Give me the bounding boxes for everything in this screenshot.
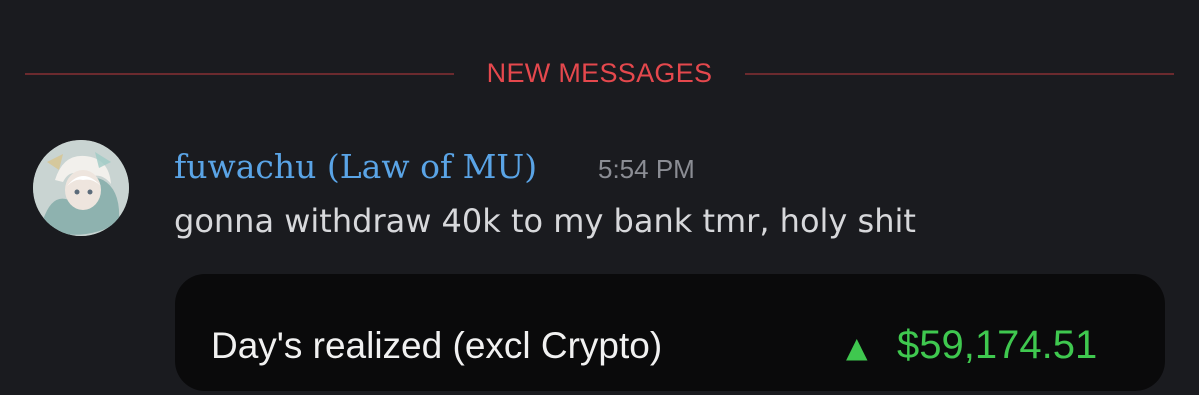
realized-pnl-card: Day's realized (excl Crypto) ▲ $59,174.5… [175, 274, 1165, 391]
realized-label: Day's realized (excl Crypto) [211, 325, 663, 366]
up-triangle-icon: ▲ [846, 331, 868, 364]
realized-value: $59,174.51 [897, 323, 1098, 367]
divider-line-right [745, 73, 1174, 75]
anime-character-avatar-icon [33, 140, 129, 236]
user-avatar[interactable] [33, 140, 129, 236]
message-username[interactable]: fuwachu (Law of MU) [174, 145, 537, 189]
message-text: gonna withdraw 40k to my bank tmr, holy … [174, 202, 916, 240]
divider-line-left [25, 73, 454, 75]
message-timestamp: 5:54 PM [598, 154, 695, 184]
new-messages-label: NEW MESSAGES [486, 58, 713, 88]
